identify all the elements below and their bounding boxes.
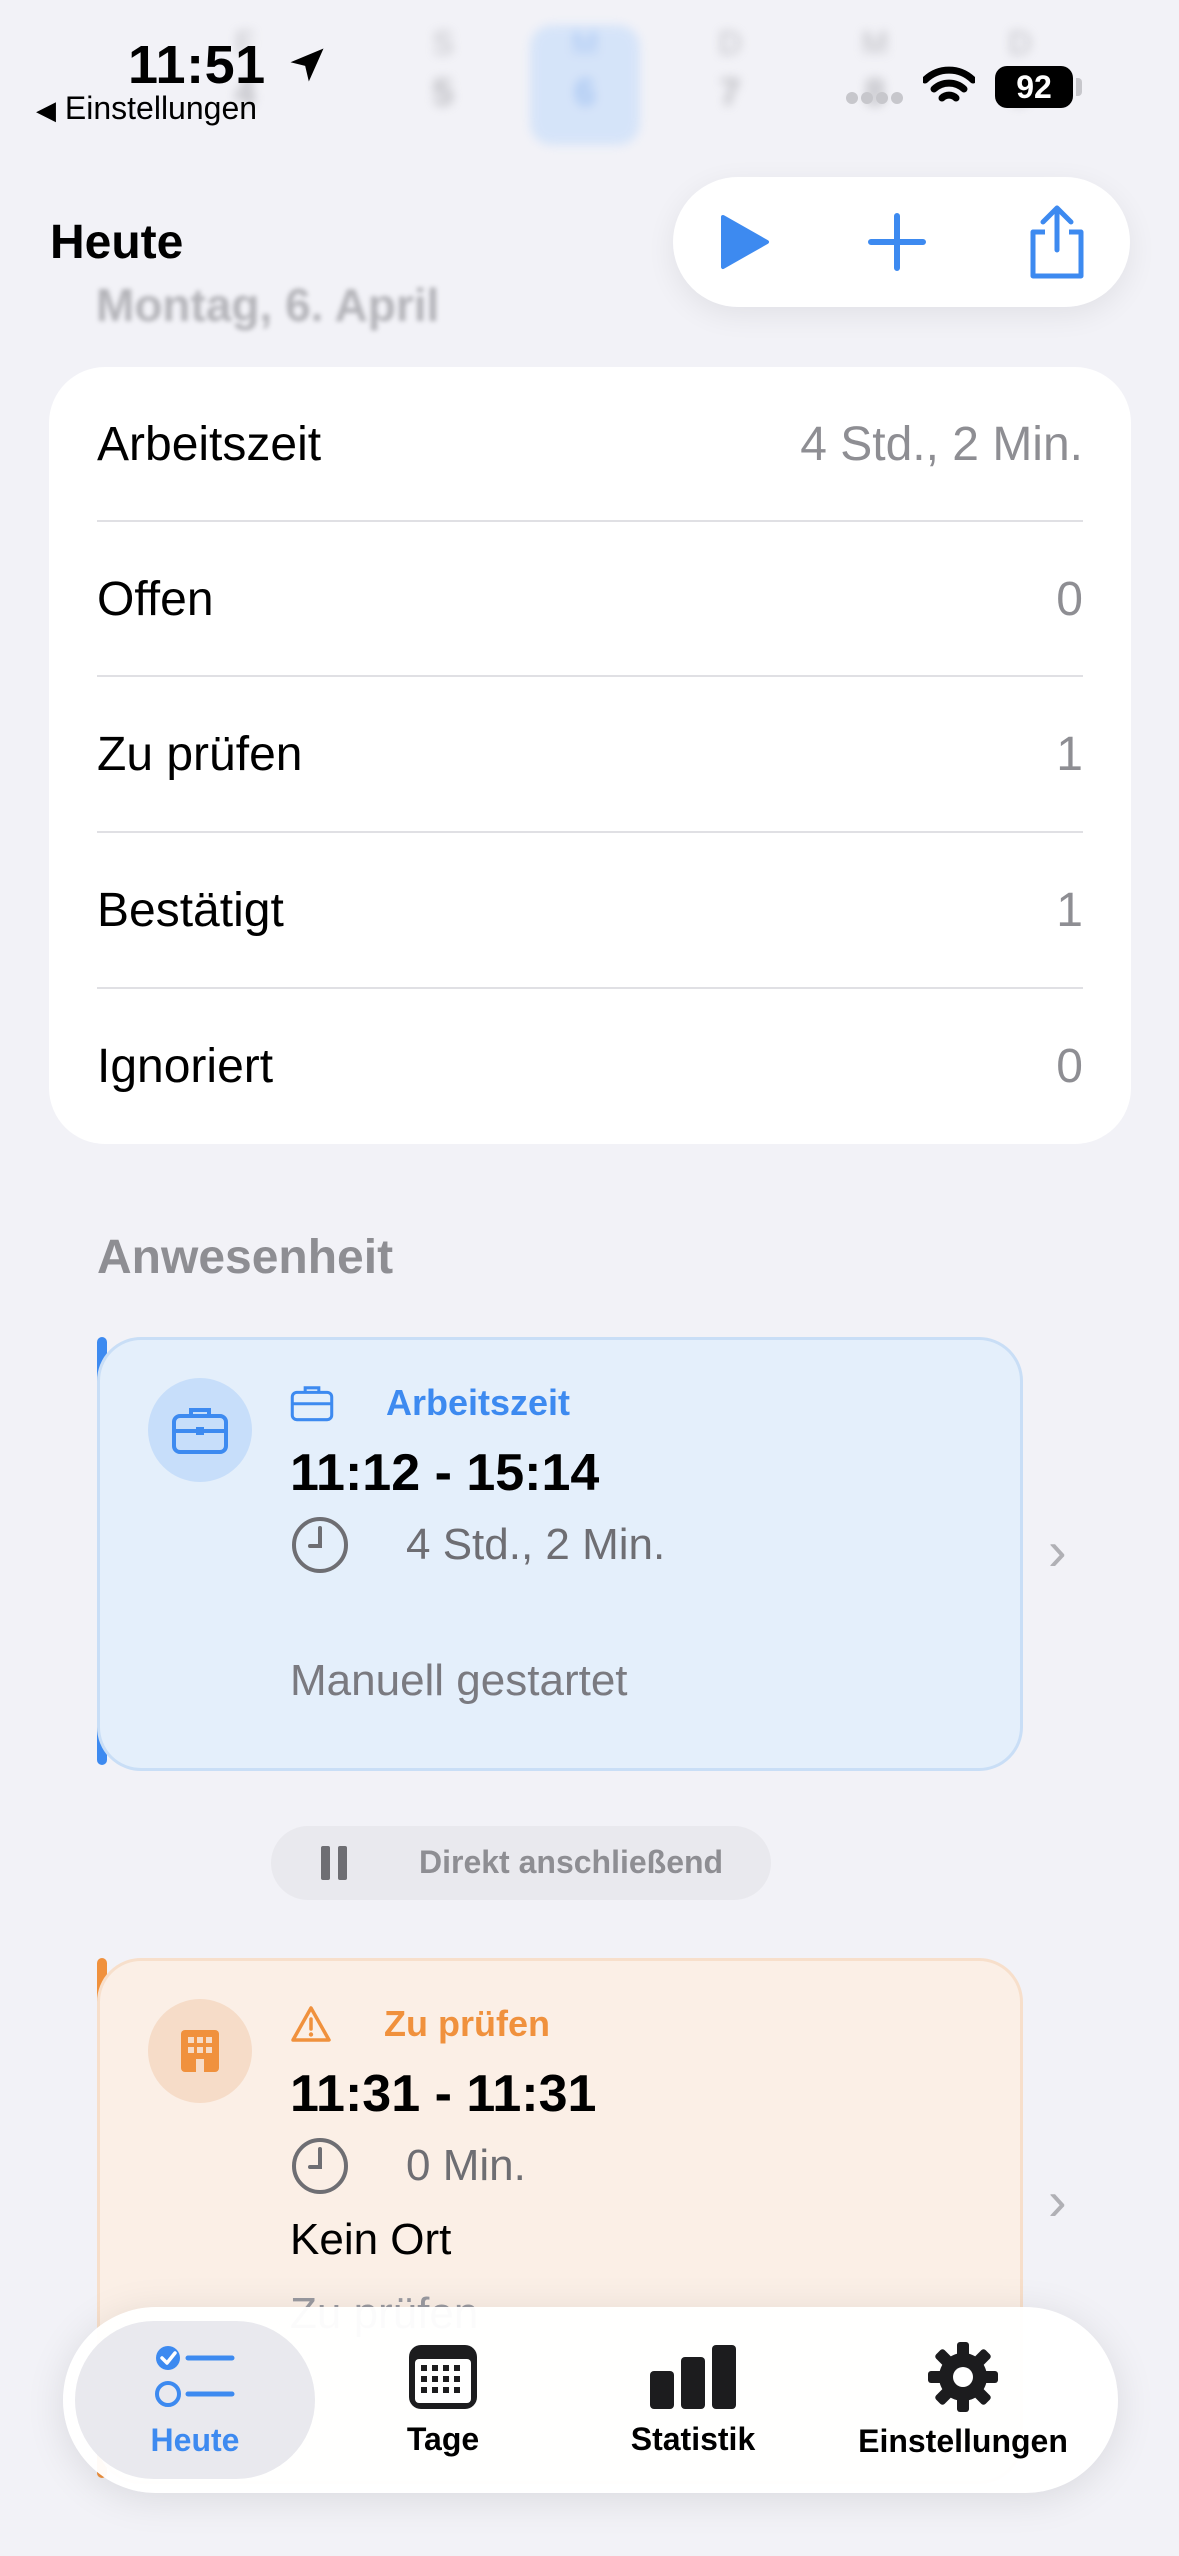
bar-chart-icon	[650, 2344, 736, 2409]
weekday-letter: D	[1008, 25, 1032, 61]
summary-card: Arbeitszeit 4 Std., 2 Min. Offen 0 Zu pr…	[49, 367, 1131, 1144]
share-button[interactable]	[1017, 202, 1097, 282]
summary-row-bestaetigt: Bestätigt 1	[97, 833, 1083, 988]
back-to-app-link[interactable]: ◀ Einstellungen	[36, 90, 257, 127]
back-to-app-label: Einstellungen	[64, 90, 258, 126]
status-time: 11:51	[128, 34, 329, 96]
summary-row-label: Offen	[97, 573, 214, 626]
entry-type-row: Zu prüfen	[290, 2003, 550, 2045]
battery-tip	[1076, 78, 1082, 96]
summary-row-label: Zu prüfen	[97, 728, 303, 781]
day-number: 6	[574, 72, 596, 114]
page-subtitle-date: Montag, 6. April	[96, 279, 440, 331]
entry-icon-circle	[148, 1999, 252, 2103]
summary-row-value: 0	[1056, 573, 1083, 626]
back-triangle-icon: ◀	[36, 95, 56, 125]
tab-bar: Heute Tage Statistik Einstellungen	[63, 2307, 1118, 2493]
entry-type-label: Arbeitszeit	[386, 1382, 571, 1423]
cellular-dots-icon	[845, 91, 903, 110]
battery-level: 92	[1016, 69, 1052, 105]
summary-row-zu-pruefen: Zu prüfen 1	[97, 677, 1083, 832]
tab-label: Einstellungen	[858, 2422, 1068, 2459]
summary-row-label: Arbeitszeit	[97, 418, 322, 471]
week-day[interactable]: S5	[388, 25, 498, 145]
tab-label: Tage	[406, 2420, 480, 2457]
summary-row-value: 1	[1056, 728, 1083, 781]
briefcase-icon	[172, 1408, 228, 1454]
page-title: Heute	[50, 216, 184, 269]
day-number: 7	[719, 72, 741, 114]
entry-type-label: Zu prüfen	[384, 2003, 550, 2044]
section-title-anwesenheit: Anwesenheit	[97, 1231, 394, 1284]
summary-row-label: Ignoriert	[97, 1040, 274, 1093]
warning-triangle-icon	[291, 2006, 331, 2042]
pause-gap-label: Direkt anschließend	[419, 1844, 724, 1880]
share-icon	[1030, 205, 1084, 279]
tab-tage[interactable]: Tage	[363, 2307, 523, 2493]
entry-duration-row: 4 Std., 2 Min.	[290, 1515, 665, 1575]
entry-place: Kein Ort	[290, 2215, 452, 2264]
play-icon	[721, 215, 769, 269]
start-timer-button[interactable]	[703, 202, 783, 282]
gear-icon	[928, 2341, 998, 2412]
summary-row-arbeitszeit: Arbeitszeit 4 Std., 2 Min.	[97, 367, 1083, 522]
summary-row-ignoriert: Ignoriert 0	[97, 989, 1083, 1144]
entry-note: Manuell gestartet	[290, 1656, 628, 1705]
weekday-letter: S	[432, 25, 454, 61]
summary-row-offen: Offen 0	[97, 522, 1083, 677]
tab-einstellungen[interactable]: Einstellungen	[833, 2307, 1093, 2493]
add-entry-button[interactable]	[857, 202, 937, 282]
building-icon	[181, 2030, 219, 2072]
weekday-letter: M	[571, 25, 599, 61]
summary-row-value: 4 Std., 2 Min.	[800, 418, 1083, 471]
weekday-letter: M	[861, 25, 889, 61]
plus-icon	[868, 213, 926, 271]
pause-icon	[321, 1846, 347, 1880]
clock-icon	[292, 2138, 348, 2194]
location-arrow-icon	[290, 48, 324, 82]
entry-duration-row: 0 Min.	[290, 2136, 526, 2196]
entry-icon-circle	[148, 1378, 252, 1482]
summary-row-value: 1	[1056, 884, 1083, 937]
chevron-right-icon[interactable]: ›	[1048, 1518, 1067, 1583]
tab-statistik[interactable]: Statistik	[593, 2307, 793, 2493]
attendance-entry-card[interactable]: Arbeitszeit 11:12 - 15:14 4 Std., 2 Min.…	[97, 1337, 1023, 1771]
weekday-letter: D	[718, 25, 742, 61]
status-time-text: 11:51	[128, 35, 266, 95]
tab-label: Heute	[150, 2421, 240, 2458]
entry-duration: 0 Min.	[406, 2141, 526, 2190]
checklist-icon	[155, 2345, 235, 2407]
chevron-right-icon[interactable]: ›	[1048, 2168, 1067, 2233]
tab-heute[interactable]: Heute	[75, 2307, 315, 2493]
calendar-icon	[409, 2344, 477, 2409]
tab-label: Statistik	[630, 2420, 756, 2457]
clock-icon	[292, 1517, 348, 1573]
week-day-selected[interactable]: M6	[530, 25, 640, 145]
entry-time-range: 11:31 - 11:31	[290, 2065, 597, 2123]
week-day[interactable]: D7	[675, 25, 785, 145]
entry-time-range: 11:12 - 15:14	[290, 1444, 600, 1502]
summary-row-label: Bestätigt	[97, 884, 284, 937]
entry-duration: 4 Std., 2 Min.	[406, 1520, 666, 1569]
day-number: 5	[432, 72, 454, 114]
pause-gap-pill: Direkt anschließend	[271, 1826, 771, 1900]
wifi-icon	[921, 66, 977, 113]
toolbar	[673, 177, 1130, 307]
battery-icon: 92	[995, 66, 1073, 108]
summary-row-value: 0	[1056, 1040, 1083, 1093]
entry-type-row: Arbeitszeit	[290, 1382, 570, 1424]
week-day[interactable]: M8	[820, 25, 930, 145]
briefcase-small-icon	[290, 1386, 334, 1422]
